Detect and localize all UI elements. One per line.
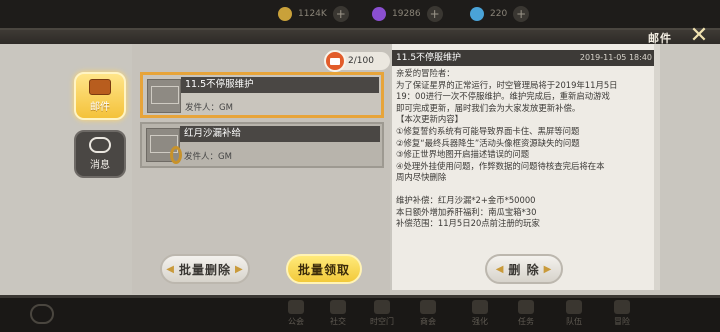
nav-label: 公会 bbox=[288, 317, 304, 326]
resource-crystal: 19286 + bbox=[372, 5, 443, 23]
nav-adventure[interactable]: 冒险 bbox=[614, 300, 630, 327]
detail-line: 亲爱的冒险者： bbox=[396, 68, 455, 78]
mail-list-item[interactable]: 红月沙漏补给 发件人：GM bbox=[140, 122, 384, 168]
detail-line: 本日额外增加养肝福利：南瓜宝箱*30 bbox=[396, 206, 537, 217]
nav-label: 任务 bbox=[518, 317, 534, 326]
nav-social[interactable]: 社交 bbox=[330, 300, 346, 327]
mail-icon bbox=[89, 79, 111, 95]
detail-line: ③修正世界地图开启描述错误的问题 bbox=[396, 149, 530, 160]
nav-enhance[interactable]: 强化 bbox=[472, 300, 488, 327]
shop-icon bbox=[420, 300, 436, 314]
resource-gold-value: 1124K bbox=[298, 9, 327, 19]
detail-line: 19：00进行一次不停服维护。维护完成后，重新启动游戏 bbox=[396, 91, 610, 102]
nav-portal[interactable]: 时空门 bbox=[370, 300, 394, 327]
arrow-right-icon: ▶ bbox=[235, 263, 244, 275]
coin-icon bbox=[278, 7, 292, 21]
window-header bbox=[0, 30, 720, 44]
nav-quest[interactable]: 任务 bbox=[518, 300, 534, 327]
detail-line: ④处理外挂使用问题，作弊数据的问题待核查完后将在本 bbox=[396, 160, 605, 171]
guild-icon bbox=[288, 300, 304, 314]
detail-line: 为了保证星界的正常运行，时空管理局将于2019年11月5日 bbox=[396, 79, 618, 90]
nav-team[interactable]: 队伍 bbox=[566, 300, 582, 327]
arrow-left-icon: ◀ bbox=[166, 263, 175, 275]
tab-mail-label: 邮件 bbox=[90, 102, 110, 113]
mail-subject: 红月沙漏补给 bbox=[180, 126, 380, 142]
resource-diamond: 220 + bbox=[470, 5, 530, 23]
batch-delete-button[interactable]: ◀ 批量删除 ▶ bbox=[160, 254, 250, 284]
detail-spacer bbox=[396, 184, 650, 195]
mail-list-item[interactable]: 11.5不停服维护 发件人：GM bbox=[140, 72, 384, 118]
batch-claim-label: 批量领取 bbox=[297, 262, 350, 277]
detail-line: 【本次更新内容】 bbox=[396, 114, 463, 125]
close-button[interactable]: ✕ bbox=[686, 23, 712, 48]
mail-sender: 发件人：GM bbox=[185, 103, 233, 113]
close-icon: ✕ bbox=[689, 23, 709, 48]
nav-label: 强化 bbox=[472, 317, 488, 326]
nav-label: 社交 bbox=[330, 317, 346, 326]
delete-button[interactable]: ◀ 删 除 ▶ bbox=[485, 254, 563, 284]
mail-sender: 发件人：GM bbox=[184, 152, 232, 162]
attachment-clip-icon bbox=[170, 146, 182, 164]
crystal-icon bbox=[372, 7, 386, 21]
mail-subject: 11.5不停服维护 bbox=[181, 77, 379, 93]
chat-icon[interactable] bbox=[30, 304, 54, 324]
nav-label: 队伍 bbox=[566, 317, 582, 326]
quest-icon bbox=[518, 300, 534, 314]
bottom-nav bbox=[0, 298, 720, 332]
detail-line: 维护补偿：红月沙漏*2+金币*50000 bbox=[396, 194, 536, 205]
nav-label: 时空门 bbox=[370, 317, 394, 326]
detail-line: ②修复“最终兵器降生”活动头像框资源缺失的问题 bbox=[396, 137, 580, 148]
arrow-right-icon: ▶ bbox=[543, 263, 553, 275]
diamond-icon bbox=[470, 7, 484, 21]
detail-line: 补偿范围：11月5日20点前注册的玩家 bbox=[396, 218, 540, 229]
detail-date: 2019-11-05 18:40 bbox=[579, 53, 652, 62]
tab-mail[interactable]: 邮件 bbox=[74, 72, 126, 120]
add-crystal-button[interactable]: + bbox=[426, 6, 443, 22]
team-icon bbox=[566, 300, 582, 314]
nav-label: 冒险 bbox=[614, 317, 630, 326]
resource-bar: 1124K + 19286 + 220 + bbox=[0, 0, 720, 28]
detail-line: 周内尽快删除 bbox=[396, 172, 447, 183]
adventure-icon bbox=[614, 300, 630, 314]
resource-gold: 1124K + bbox=[278, 5, 349, 23]
nav-guild[interactable]: 公会 bbox=[288, 300, 304, 327]
detail-body: 亲爱的冒险者： 为了保证星界的正常运行，时空管理局将于2019年11月5日 19… bbox=[396, 68, 650, 230]
tab-messages[interactable]: 消息 bbox=[74, 130, 126, 178]
resource-diamond-value: 220 bbox=[490, 9, 508, 19]
add-gold-button[interactable]: + bbox=[332, 6, 349, 22]
chat-bubble-icon bbox=[89, 137, 111, 153]
batch-delete-label: 批量删除 bbox=[178, 262, 231, 277]
batch-claim-button[interactable]: 批量领取 bbox=[286, 254, 362, 284]
envelope-icon bbox=[147, 79, 181, 113]
arrow-left-icon: ◀ bbox=[495, 263, 505, 275]
envelope-count-icon bbox=[324, 50, 346, 72]
detail-scrollbar[interactable] bbox=[654, 44, 660, 290]
tab-messages-label: 消息 bbox=[90, 160, 110, 171]
detail-line: 即可完成更新，届时我们会为大家发放更新补偿。 bbox=[396, 102, 581, 113]
nav-shop[interactable]: 商会 bbox=[420, 300, 436, 327]
resource-crystal-value: 19286 bbox=[392, 9, 421, 19]
detail-line: ①修复誓约系统有可能导致界面卡住、黑屏等问题 bbox=[396, 125, 580, 136]
nav-label: 商会 bbox=[420, 317, 436, 326]
enhance-icon bbox=[472, 300, 488, 314]
add-diamond-button[interactable]: + bbox=[513, 6, 530, 22]
delete-label: 删 除 bbox=[508, 262, 540, 277]
portal-icon bbox=[374, 300, 390, 314]
social-icon bbox=[330, 300, 346, 314]
